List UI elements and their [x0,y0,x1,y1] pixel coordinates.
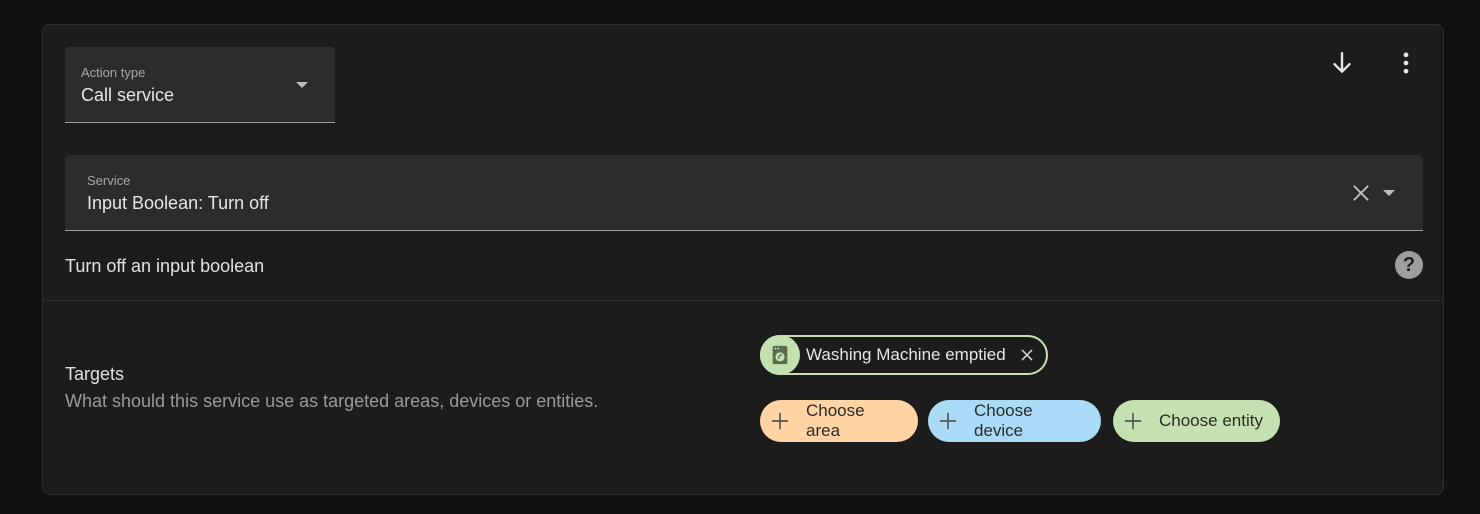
remove-entity-button[interactable] [1018,346,1036,364]
choose-area-button[interactable]: Choose area [760,400,918,442]
choose-entity-label: Choose entity [1159,411,1263,430]
move-down-button[interactable] [1326,47,1358,79]
targets-description: What should this service use as targeted… [65,391,599,411]
choose-entity-button[interactable]: Choose entity [1113,400,1280,442]
chevron-down-icon[interactable] [1383,190,1395,196]
service-combobox[interactable]: Service Input Boolean: Turn off [65,155,1423,231]
plus-icon [938,411,958,431]
plus-icon [1123,411,1143,431]
clear-service-button[interactable] [1345,177,1377,209]
service-value: Input Boolean: Turn off [87,193,269,213]
close-icon [1021,349,1033,361]
action-type-label: Action type [81,65,146,80]
selected-entity-chip[interactable]: Washing Machine emptied [760,335,1048,375]
overflow-menu-button[interactable] [1390,47,1422,79]
service-description: Turn off an input boolean [65,256,265,276]
arrow-down-icon [1333,52,1351,73]
choose-device-button[interactable]: Choose device [928,400,1101,442]
section-divider [43,300,1443,301]
help-circle-icon[interactable]: ? [1395,251,1423,279]
chevron-down-icon [296,82,308,88]
action-type-select[interactable]: Action type Call service [65,47,335,123]
washing-machine-icon [760,335,800,375]
dots-vertical-icon [1403,52,1409,74]
choose-device-label: Choose device [974,401,1033,440]
action-card: Action type Call service Service Input B… [42,24,1444,495]
selected-entity-label: Washing Machine emptied [806,345,1006,364]
action-type-value: Call service [81,85,175,105]
choose-area-label: Choose area [806,401,865,440]
service-label: Service [87,173,131,188]
plus-icon [770,411,790,431]
targets-title: Targets [65,364,125,384]
close-icon [1353,185,1369,201]
